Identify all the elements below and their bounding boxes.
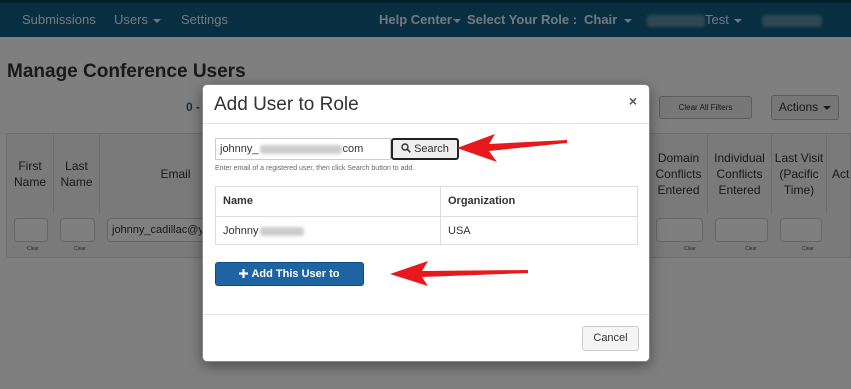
redacted-last-name	[260, 226, 305, 236]
email-prefix: johnny_	[220, 143, 259, 155]
close-icon[interactable]: ×	[629, 93, 637, 109]
search-button[interactable]: Search	[391, 138, 459, 160]
results-table: Name Organization Johnny USA	[215, 186, 638, 245]
annotation-arrow-add	[390, 261, 528, 286]
add-user-dialog: Add User to Role × johnny_ com Search Ent…	[202, 84, 650, 362]
header-organization: Organization	[448, 195, 516, 207]
email-suffix: com	[342, 143, 364, 155]
add-user-to-conference-button[interactable]: Add This User to Conference	[215, 262, 364, 302]
result-organization: USA	[441, 216, 637, 245]
plus-icon	[239, 269, 249, 278]
header-name: Name	[216, 187, 441, 216]
dialog-title: Add User to Role	[214, 94, 359, 115]
annotation-arrow-search	[457, 134, 567, 162]
add-button-label: Add This User to Conference	[251, 268, 340, 302]
redacted-email	[259, 144, 342, 154]
search-label: Search	[414, 143, 449, 155]
email-input[interactable]: johnny_ com	[215, 138, 391, 160]
search-help-text: Enter email of a registered user, then c…	[215, 165, 415, 172]
footer-divider	[203, 314, 649, 315]
header-divider	[203, 123, 649, 124]
result-name: Johnny	[216, 216, 441, 245]
result-name-text: Johnny	[223, 225, 259, 237]
cancel-button[interactable]: Cancel	[582, 326, 639, 351]
search-icon	[401, 143, 411, 153]
